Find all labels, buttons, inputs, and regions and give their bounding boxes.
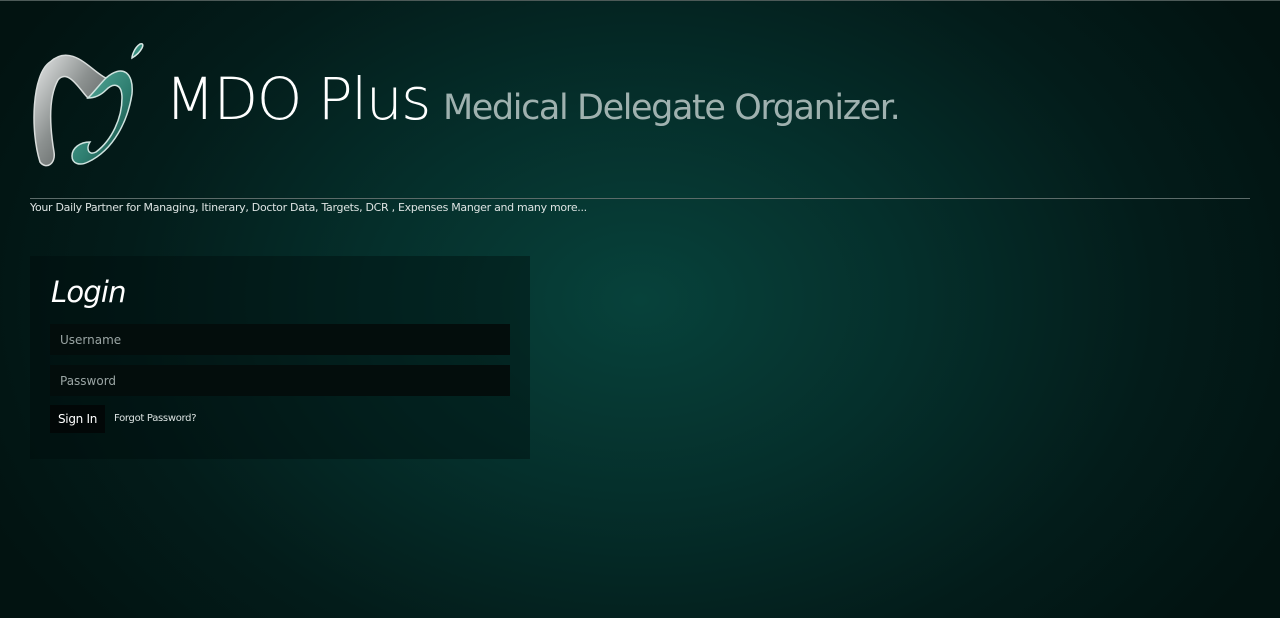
app-title: MDO Plus: [165, 65, 431, 133]
login-heading: Login: [51, 275, 127, 309]
app-subtitle: Medical Delegate Organizer.: [443, 88, 901, 128]
password-input[interactable]: [50, 365, 510, 396]
mdo-plus-logo-icon: [33, 43, 144, 167]
top-border: [0, 0, 1280, 1]
header-divider: [30, 198, 1250, 199]
username-input[interactable]: [50, 324, 510, 355]
forgot-password-link[interactable]: Forgot Password?: [114, 412, 197, 426]
sign-in-button[interactable]: Sign In: [50, 405, 105, 433]
login-panel: Login Sign In Forgot Password?: [30, 256, 530, 459]
tagline: Your Daily Partner for Managing, Itinera…: [30, 201, 587, 214]
